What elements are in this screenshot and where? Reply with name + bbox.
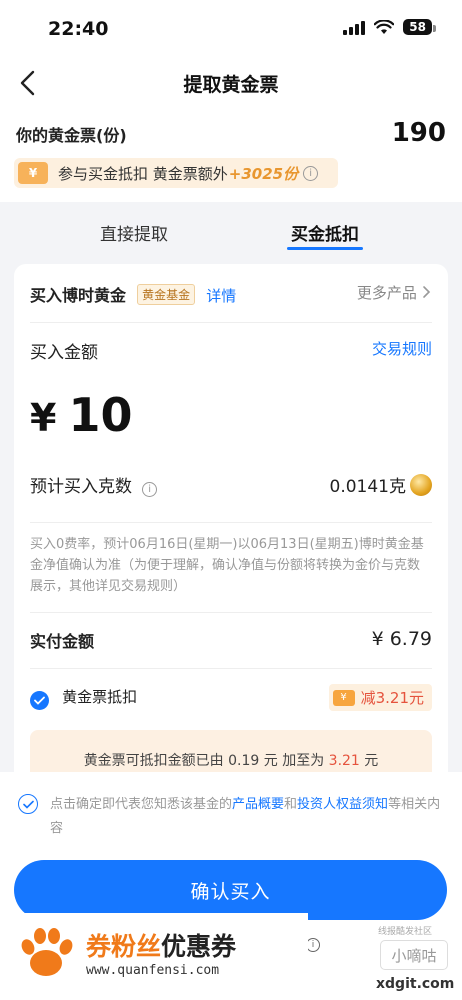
grams-value-wrap: 0.0141克 — [330, 472, 432, 497]
paw-logo-icon — [21, 928, 73, 976]
promo-banner[interactable]: ¥ 参与买金抵扣 黄金票额外 +3025份 i — [14, 158, 338, 188]
nav-bar: 提取黄金票 — [0, 58, 462, 108]
purchase-card: 买入博时黄金 黄金基金 详情 更多产品 买入金额 交易规则 ¥10 预计买入克数… — [14, 264, 448, 794]
page-title: 提取黄金票 — [183, 74, 279, 96]
tab-bar: 直接提取 买金抵扣 — [0, 202, 462, 262]
amount-label-row: 买入金额 交易规则 — [30, 338, 432, 363]
fund-tag: 黄金基金 — [137, 284, 196, 305]
agreement-checkbox[interactable] — [18, 794, 38, 814]
product-row: 买入博时黄金 黄金基金 详情 更多产品 — [30, 282, 432, 308]
payment-value: ¥ 6.79 — [371, 628, 432, 650]
signal-icon — [343, 19, 366, 35]
investor-rights-link[interactable]: 投资人权益须知 — [297, 797, 388, 812]
watermark-box: 小嘀咕 — [380, 940, 448, 970]
more-products-label: 更多产品 — [356, 284, 417, 302]
product-name: 买入博时黄金 — [30, 286, 127, 305]
product-summary-link[interactable]: 产品概要 — [232, 797, 284, 812]
watermark-domain: xdgit.com — [376, 976, 455, 992]
tip-prefix: 黄金票可抵扣金额已由 — [83, 753, 229, 769]
tip-suffix: 元 — [359, 753, 379, 769]
discount-badge: ¥ 减3.21元 — [328, 684, 432, 711]
battery-icon: 58 — [403, 19, 436, 35]
trade-rules-link[interactable]: 交易规则 — [372, 338, 432, 359]
payment-label: 实付金额 — [30, 632, 95, 651]
agreement-and: 和 — [284, 797, 298, 812]
watermark-url: www.quanfensi.com — [86, 963, 220, 978]
ticket-count: 190 — [391, 118, 446, 148]
divider — [30, 612, 432, 613]
status-bar: 22:40 58 — [0, 0, 462, 58]
divider — [30, 668, 432, 669]
divider — [30, 322, 432, 323]
agreement-text: 点击确定即代表您知悉该基金的产品概要和投资人权益须知等相关内容 — [50, 793, 450, 841]
tip-from: 0.19 — [228, 753, 260, 769]
amount-label: 买入金额 — [30, 343, 98, 363]
deduction-checkbox[interactable] — [30, 691, 49, 710]
tip-mid: 元 加至为 — [259, 753, 329, 769]
deduction-row: 黄金票抵扣 ¥ 减3.21元 — [30, 684, 432, 714]
amount-input[interactable]: ¥10 — [30, 388, 432, 448]
tab-direct-extract[interactable]: 直接提取 — [100, 220, 168, 245]
info-icon[interactable]: i — [303, 165, 319, 181]
chevron-right-icon — [423, 286, 431, 298]
watermark-title: 券粉丝优惠券 — [86, 927, 236, 963]
tip-to: 3.21 — [328, 753, 360, 769]
watermark-quanfensi: 券粉丝优惠券 www.quanfensi.com — [6, 913, 308, 993]
watermark-title-orange: 券粉丝 — [86, 932, 162, 961]
purchase-note: 买入0费率，预计06月16日(星期一)以06月13日(星期五)博时黄金基金净值确… — [30, 537, 424, 594]
confirm-buy-button[interactable]: 确认买入 — [14, 860, 447, 920]
status-icons: 58 — [343, 19, 436, 35]
agreement-prefix: 点击确定即代表您知悉该基金的 — [50, 797, 233, 812]
divider — [30, 522, 432, 523]
mini-ticket-icon: ¥ — [332, 689, 355, 706]
grams-row: 预计买入克数 i 0.0141克 — [30, 472, 432, 498]
currency-symbol: ¥ — [30, 396, 57, 440]
ticket-summary: 你的黄金票(份) 190 ¥ 参与买金抵扣 黄金票额外 +3025份 i — [0, 108, 462, 202]
grams-label: 预计买入克数 — [30, 477, 132, 497]
ticket-label: 你的黄金票(份) — [16, 126, 127, 145]
tip-text: 黄金票可抵扣金额已由 0.19 元 加至为 3.21 元 — [30, 750, 432, 770]
grams-value: 0.0141克 — [329, 477, 406, 497]
ticket-icon: ¥ — [18, 162, 48, 184]
status-time: 22:40 — [48, 18, 109, 40]
tab-buy-gold-deduct[interactable]: 买金抵扣 — [291, 220, 359, 245]
gold-coin-icon — [410, 474, 432, 496]
checkmark-icon — [34, 696, 45, 705]
discount-amount: 减3.21元 — [360, 689, 424, 707]
more-products-link[interactable]: 更多产品 — [357, 282, 432, 303]
details-link[interactable]: 详情 — [206, 287, 236, 305]
info-icon: i — [306, 938, 320, 952]
grams-info-icon[interactable]: i — [142, 482, 158, 497]
deduction-label: 黄金票抵扣 — [62, 688, 138, 706]
watermark-small-text: 线报酷发社区 — [378, 927, 433, 937]
checkmark-icon — [22, 800, 34, 809]
watermark-title-dark: 优惠券 — [161, 932, 237, 961]
payment-row: 实付金额 ¥ 6.79 — [30, 628, 432, 654]
amount-value: 10 — [68, 388, 133, 442]
promo-text: 参与买金抵扣 黄金票额外 — [58, 164, 228, 183]
wifi-icon — [374, 19, 395, 34]
watermark-xdgit: 线报酷发社区 小嘀咕 xdgit.com — [372, 922, 458, 994]
promo-bonus: +3025份 — [228, 164, 299, 183]
tab-active-indicator — [287, 247, 363, 250]
